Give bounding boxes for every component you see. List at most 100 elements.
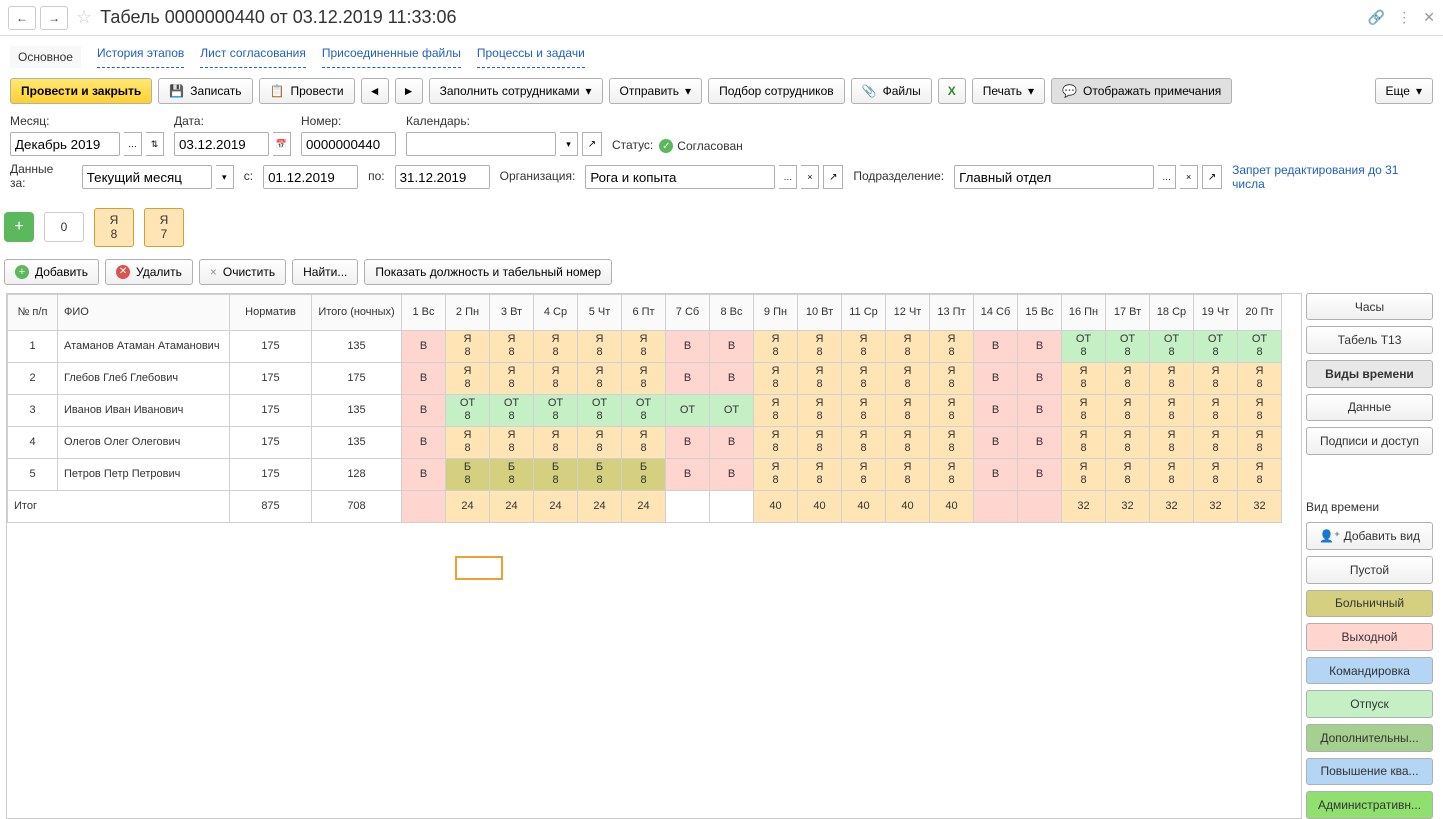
post-button[interactable]: 📋Провести <box>259 78 355 104</box>
delete-row-button[interactable]: Удалить <box>105 259 193 285</box>
day-cell[interactable]: В <box>1018 394 1062 426</box>
day-cell[interactable]: В <box>710 362 754 394</box>
day-cell[interactable]: Я8 <box>930 362 974 394</box>
day-cell[interactable]: В <box>402 330 446 362</box>
org-clear-icon[interactable]: × <box>801 165 819 189</box>
col-day-19[interactable]: 19 Чт <box>1194 294 1238 330</box>
day-cell[interactable]: Я8 <box>534 426 578 458</box>
table-row[interactable]: 2Глебов Глеб Глебович175175ВЯ8Я8Я8Я8Я8ВВ… <box>8 362 1282 394</box>
day-cell[interactable]: Я8 <box>886 394 930 426</box>
col-day-13[interactable]: 13 Пт <box>930 294 974 330</box>
day-cell[interactable]: Я8 <box>1150 362 1194 394</box>
day-cell[interactable]: Я8 <box>534 362 578 394</box>
data-for-input[interactable] <box>82 165 212 189</box>
table-row[interactable]: 1Атаманов Атаман Атаманович175135ВЯ8Я8Я8… <box>8 330 1282 362</box>
add-badge-button[interactable]: + <box>4 212 34 242</box>
day-cell[interactable]: В <box>402 426 446 458</box>
day-cell[interactable]: Я8 <box>754 394 798 426</box>
day-cell[interactable]: Я8 <box>578 330 622 362</box>
find-button[interactable]: Найти... <box>292 259 358 285</box>
day-cell[interactable]: Я8 <box>1062 394 1106 426</box>
day-cell[interactable]: ОТ <box>710 394 754 426</box>
day-cell[interactable]: Я8 <box>930 330 974 362</box>
day-cell[interactable]: В <box>710 426 754 458</box>
col-day-9[interactable]: 9 Пн <box>754 294 798 330</box>
day-cell[interactable]: ОТ8 <box>1150 330 1194 362</box>
col-day-17[interactable]: 17 Вт <box>1106 294 1150 330</box>
day-cell[interactable]: Я8 <box>1150 458 1194 490</box>
day-cell[interactable]: Я8 <box>886 330 930 362</box>
show-notes-button[interactable]: 💬Отображать примечания <box>1051 78 1232 104</box>
col-fio[interactable]: ФИО <box>58 294 230 330</box>
col-day-1[interactable]: 1 Вс <box>402 294 446 330</box>
org-input[interactable] <box>585 165 775 189</box>
day-cell[interactable]: В <box>666 426 710 458</box>
col-day-8[interactable]: 8 Вс <box>710 294 754 330</box>
day-cell[interactable]: Я8 <box>490 426 534 458</box>
day-cell[interactable]: Б8 <box>622 458 666 490</box>
dept-more-icon[interactable]: … <box>1158 165 1176 189</box>
day-cell[interactable]: В <box>1018 330 1062 362</box>
number-input[interactable] <box>301 132 396 156</box>
add-row-button[interactable]: Добавить <box>4 259 99 285</box>
day-cell[interactable]: ОТ8 <box>1106 330 1150 362</box>
day-cell[interactable]: В <box>1018 362 1062 394</box>
day-cell[interactable]: В <box>402 458 446 490</box>
col-day-11[interactable]: 11 Ср <box>842 294 886 330</box>
col-day-4[interactable]: 4 Ср <box>534 294 578 330</box>
type-weekend-button[interactable]: Выходной <box>1306 623 1433 651</box>
cell-fio[interactable]: Петров Петр Петрович <box>58 458 230 490</box>
date-input[interactable] <box>174 132 269 156</box>
to-input[interactable] <box>395 165 490 189</box>
cell-fio[interactable]: Олегов Олег Олегович <box>58 426 230 458</box>
type-trip-button[interactable]: Командировка <box>1306 657 1433 685</box>
data-for-dropdown-icon[interactable]: ▾ <box>216 165 234 189</box>
day-cell[interactable]: Я8 <box>930 394 974 426</box>
col-day-5[interactable]: 5 Чт <box>578 294 622 330</box>
save-button[interactable]: 💾Записать <box>158 78 252 104</box>
table-row[interactable]: 5Петров Петр Петрович175128ВБ8Б8Б8Б8Б8ВВ… <box>8 458 1282 490</box>
col-day-18[interactable]: 18 Ср <box>1150 294 1194 330</box>
col-day-7[interactable]: 7 Сб <box>666 294 710 330</box>
day-cell[interactable]: Я8 <box>1194 362 1238 394</box>
day-cell[interactable]: Я8 <box>754 458 798 490</box>
type-sick-button[interactable]: Больничный <box>1306 590 1433 618</box>
day-cell[interactable]: В <box>974 330 1018 362</box>
tab-approval-sheet[interactable]: Лист согласования <box>200 46 306 68</box>
org-more-icon[interactable]: … <box>779 165 797 189</box>
fill-employees-button[interactable]: Заполнить сотрудниками ▾ <box>429 78 603 104</box>
favorite-star-icon[interactable]: ☆ <box>76 7 92 28</box>
day-cell[interactable]: Я8 <box>842 426 886 458</box>
day-cell[interactable]: Я8 <box>1106 394 1150 426</box>
month-spinner-icon[interactable]: ⇅ <box>146 132 164 156</box>
type-administrative-button[interactable]: Административн... <box>1306 791 1433 819</box>
month-more-icon[interactable]: … <box>124 132 142 156</box>
day-cell[interactable]: Я8 <box>1238 426 1282 458</box>
day-cell[interactable]: Я8 <box>534 330 578 362</box>
type-extra-button[interactable]: Дополнительны... <box>1306 724 1433 752</box>
type-vacation-button[interactable]: Отпуск <box>1306 690 1433 718</box>
day-cell[interactable]: Я8 <box>1106 426 1150 458</box>
day-cell[interactable]: Я8 <box>622 426 666 458</box>
day-cell[interactable]: В <box>402 394 446 426</box>
day-cell[interactable]: Я8 <box>1150 426 1194 458</box>
tab-processes-tasks[interactable]: Процессы и задачи <box>477 46 585 68</box>
dept-clear-icon[interactable]: × <box>1180 165 1198 189</box>
badge-y7[interactable]: Я7 <box>144 208 184 247</box>
day-cell[interactable]: Я8 <box>578 426 622 458</box>
col-day-10[interactable]: 10 Вт <box>798 294 842 330</box>
calendar-popup-icon[interactable]: ↗ <box>582 132 602 156</box>
day-cell[interactable]: В <box>710 458 754 490</box>
side-t13-button[interactable]: Табель Т13 <box>1306 326 1433 354</box>
help-icon[interactable]: ⋮ <box>1397 9 1411 26</box>
day-cell[interactable]: Я8 <box>842 362 886 394</box>
day-cell[interactable]: В <box>710 330 754 362</box>
excel-export-icon[interactable]: X <box>938 78 966 104</box>
day-cell[interactable]: В <box>666 362 710 394</box>
cell-fio[interactable]: Иванов Иван Иванович <box>58 394 230 426</box>
day-cell[interactable]: Я8 <box>1194 458 1238 490</box>
day-cell[interactable]: Я8 <box>446 426 490 458</box>
edit-lock-link[interactable]: Запрет редактирования до 31 числа <box>1232 163 1433 191</box>
show-position-button[interactable]: Показать должность и табельный номер <box>364 259 612 285</box>
tab-attached-files[interactable]: Присоединенные файлы <box>322 46 461 68</box>
